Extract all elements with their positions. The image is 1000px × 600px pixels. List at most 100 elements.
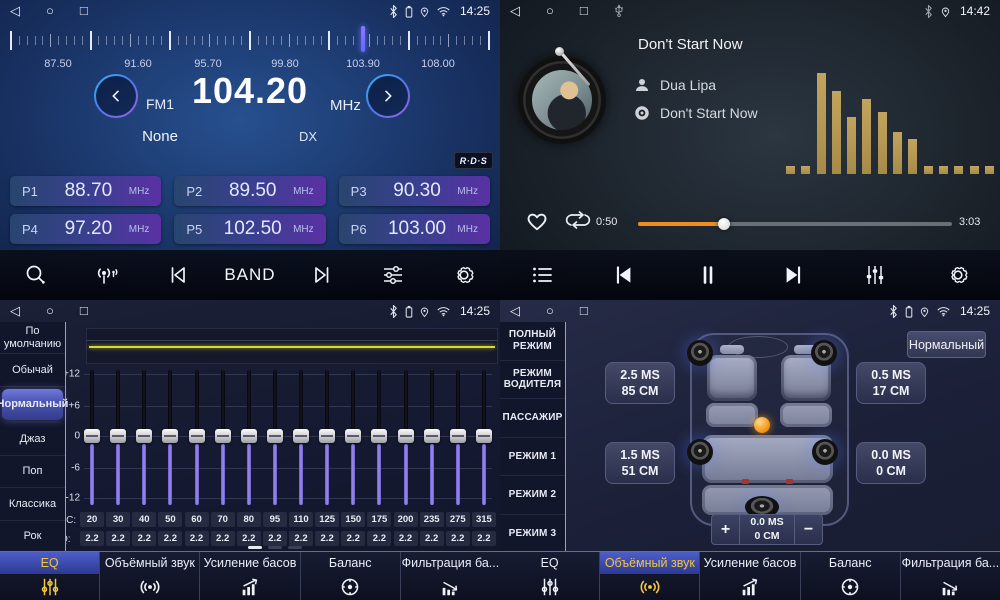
gain-slider[interactable] (394, 368, 418, 508)
sound-tab-4[interactable]: Фильтрация ба... (401, 552, 500, 600)
slider-thumb[interactable] (450, 429, 466, 443)
gain-slider[interactable] (132, 368, 156, 508)
rear-left-delay-button[interactable]: 1.5 MS 51 CM (605, 442, 675, 484)
slider-thumb[interactable] (476, 429, 492, 443)
preset-button-p4[interactable]: P497.20MHz (10, 214, 161, 244)
gain-slider[interactable] (367, 368, 391, 508)
back-icon[interactable]: ◁ (510, 300, 520, 322)
previous-track-button[interactable] (598, 255, 652, 295)
slider-thumb[interactable] (424, 429, 440, 443)
fc-value[interactable]: 40 (132, 512, 156, 527)
sound-tab-2[interactable]: Усиление басов (700, 552, 800, 600)
gain-slider[interactable] (237, 368, 261, 508)
eq-preset-item-4[interactable]: Поп (0, 456, 65, 488)
q-value[interactable]: 2.2 (263, 531, 287, 546)
front-right-delay-button[interactable]: 0.5 MS 17 CM (856, 362, 926, 404)
repeat-button[interactable] (563, 208, 593, 237)
q-value[interactable]: 2.2 (472, 531, 496, 546)
recents-icon[interactable]: □ (80, 0, 88, 22)
fc-value[interactable]: 70 (211, 512, 235, 527)
slider-thumb[interactable] (398, 429, 414, 443)
q-value[interactable]: 2.2 (394, 531, 418, 546)
gain-slider[interactable] (472, 368, 496, 508)
sub-delay-increase-button[interactable]: + (712, 515, 739, 544)
slider-thumb[interactable] (215, 429, 231, 443)
fc-value[interactable]: 80 (237, 512, 261, 527)
seek-bar[interactable] (638, 222, 952, 226)
listening-mode-item-0[interactable]: ПОЛНЫЙ РЕЖИМ (500, 322, 565, 361)
gain-slider[interactable] (80, 368, 104, 508)
gain-slider[interactable] (341, 368, 365, 508)
q-value[interactable]: 2.2 (158, 531, 182, 546)
fc-value[interactable]: 50 (158, 512, 182, 527)
sound-tab-3[interactable]: Баланс (801, 552, 901, 600)
page-dash[interactable] (268, 546, 282, 549)
slider-thumb[interactable] (319, 429, 335, 443)
gain-slider[interactable] (315, 368, 339, 508)
recents-icon[interactable]: □ (80, 300, 88, 322)
q-value[interactable]: 2.2 (289, 531, 313, 546)
fc-value[interactable]: 110 (289, 512, 313, 527)
station-search-button[interactable] (9, 255, 63, 295)
preset-button-p3[interactable]: P390.30MHz (339, 176, 490, 206)
fc-value[interactable]: 275 (446, 512, 470, 527)
slider-thumb[interactable] (110, 429, 126, 443)
home-icon[interactable]: ○ (46, 300, 54, 322)
q-value[interactable]: 2.2 (341, 531, 365, 546)
q-value[interactable]: 2.2 (367, 531, 391, 546)
fc-value[interactable]: 60 (185, 512, 209, 527)
slider-thumb[interactable] (345, 429, 361, 443)
fc-value[interactable]: 125 (315, 512, 339, 527)
slider-thumb[interactable] (136, 429, 152, 443)
q-value[interactable]: 2.2 (446, 531, 470, 546)
q-value[interactable]: 2.2 (132, 531, 156, 546)
slider-thumb[interactable] (84, 429, 100, 443)
sound-tab-1[interactable]: Объёмный звук (600, 552, 700, 600)
slider-thumb[interactable] (293, 429, 309, 443)
settings-button[interactable] (437, 255, 491, 295)
next-track-button[interactable] (765, 255, 819, 295)
sound-tab-0[interactable]: EQ (500, 552, 600, 600)
sound-tab-4[interactable]: Фильтрация ба... (901, 552, 1000, 600)
page-dash[interactable] (288, 546, 302, 549)
back-icon[interactable]: ◁ (510, 0, 520, 22)
surround-preset-button[interactable]: Нормальный (907, 331, 986, 358)
q-value[interactable]: 2.2 (106, 531, 130, 546)
recents-icon[interactable]: □ (580, 300, 588, 322)
q-value[interactable]: 2.2 (80, 531, 104, 546)
gain-slider[interactable] (289, 368, 313, 508)
tune-up-button[interactable] (366, 74, 410, 118)
next-station-button[interactable] (294, 255, 348, 295)
fc-value[interactable]: 30 (106, 512, 130, 527)
eq-preset-item-3[interactable]: Джаз (0, 423, 65, 455)
equalizer-button[interactable] (848, 255, 902, 295)
home-icon[interactable]: ○ (546, 300, 554, 322)
seek-knob[interactable] (718, 218, 730, 230)
dx-mode[interactable]: DX (288, 129, 328, 144)
home-icon[interactable]: ○ (546, 0, 554, 22)
slider-thumb[interactable] (371, 429, 387, 443)
gain-slider[interactable] (106, 368, 130, 508)
favorite-button[interactable] (524, 208, 550, 237)
preset-button-p5[interactable]: P5102.50MHz (174, 214, 325, 244)
listening-mode-item-5[interactable]: РЕЖИМ 3 (500, 515, 565, 553)
pause-button[interactable] (681, 255, 735, 295)
preset-button-p1[interactable]: P188.70MHz (10, 176, 161, 206)
fc-value[interactable]: 200 (394, 512, 418, 527)
fc-value[interactable]: 235 (420, 512, 444, 527)
listener-position-dot[interactable] (754, 417, 770, 433)
gain-slider[interactable] (446, 368, 470, 508)
back-icon[interactable]: ◁ (10, 300, 20, 322)
eq-preset-item-5[interactable]: Классика (0, 488, 65, 520)
slider-thumb[interactable] (267, 429, 283, 443)
fc-value[interactable]: 20 (80, 512, 104, 527)
settings-button[interactable] (931, 255, 985, 295)
listening-mode-item-2[interactable]: ПАССАЖИР (500, 399, 565, 438)
q-value[interactable]: 2.2 (420, 531, 444, 546)
eq-preset-item-1[interactable]: Обычай (0, 354, 65, 386)
band-button[interactable]: BAND (223, 255, 277, 295)
sound-tab-3[interactable]: Баланс (301, 552, 401, 600)
audio-settings-button[interactable] (366, 255, 420, 295)
gain-slider[interactable] (211, 368, 235, 508)
fc-value[interactable]: 315 (472, 512, 496, 527)
